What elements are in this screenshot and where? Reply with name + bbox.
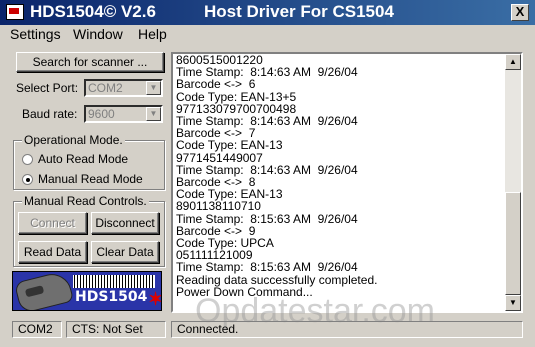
scan-log[interactable]: 8600515001220 Time Stamp: 8:14:63 AM 9/26… <box>171 52 523 313</box>
log-line: Barcode <-> 6 <box>176 77 256 92</box>
read-data-button[interactable]: Read Data <box>18 241 87 263</box>
status-message: Connected. <box>171 321 523 338</box>
manual-read-controls-group: Manual Read Controls. Connect Disconnect… <box>13 194 165 267</box>
auto-read-label: Auto Read Mode <box>38 152 129 166</box>
chevron-down-icon[interactable]: ▼ <box>146 107 161 121</box>
menu-help[interactable]: Help <box>138 26 167 42</box>
status-cts: CTS: Not Set <box>66 321 166 338</box>
menu-window[interactable]: Window <box>73 26 123 42</box>
manual-read-controls-title: Manual Read Controls. <box>22 194 149 208</box>
search-scanner-button[interactable]: Search for scanner ... <box>16 52 164 72</box>
window-title: Host Driver For CS1504 <box>204 2 394 21</box>
log-line: Code Type: EAN-13+5 <box>176 89 297 104</box>
manual-read-label: Manual Read Mode <box>38 172 143 186</box>
logo-text: HDS1504 <box>75 289 148 305</box>
connect-button[interactable]: Connect <box>18 212 87 234</box>
select-port-value: COM2 <box>88 81 123 95</box>
baud-rate-value: 9600 <box>88 107 115 121</box>
app-title: HDS1504© V2.6 <box>30 2 156 21</box>
log-scrollbar[interactable]: ▲ ▼ <box>505 54 521 311</box>
hds1504-logo: HDS1504 ✶ <box>12 271 162 311</box>
log-line: Time Stamp: 8:15:63 AM 9/26/04 <box>176 260 358 275</box>
log-line: Code Type: EAN-13 <box>176 138 283 153</box>
select-port-combo[interactable]: COM2 ▼ <box>84 79 163 97</box>
log-lines: 8600515001220 Time Stamp: 8:14:63 AM 9/26… <box>176 54 501 298</box>
scanner-icon <box>13 272 75 310</box>
chevron-down-icon[interactable]: ▼ <box>146 81 161 95</box>
scroll-thumb[interactable] <box>505 192 521 295</box>
app-window: HDS1504© V2.6 Host Driver For CS1504 X S… <box>0 0 535 347</box>
app-icon <box>6 4 24 20</box>
scroll-down-icon[interactable]: ▼ <box>505 295 521 311</box>
baud-rate-combo[interactable]: 9600 ▼ <box>84 105 163 123</box>
status-port: COM2 <box>12 321 62 338</box>
barcode-icon <box>73 275 155 288</box>
auto-read-mode-option[interactable]: Auto Read Mode <box>22 152 128 166</box>
menu-bar: Settings Window Help <box>0 25 535 44</box>
clear-data-button[interactable]: Clear Data <box>91 241 159 263</box>
disconnect-button[interactable]: Disconnect <box>91 212 159 234</box>
manual-read-radio[interactable] <box>22 173 33 185</box>
operational-mode-group: Operational Mode. Auto Read Mode Manual … <box>13 133 165 190</box>
log-line: Time Stamp: 8:15:63 AM 9/26/04 <box>176 211 358 226</box>
auto-read-radio[interactable] <box>22 153 33 165</box>
menu-settings[interactable]: Settings <box>10 26 61 42</box>
operational-mode-title: Operational Mode. <box>22 133 125 147</box>
baud-rate-label: Baud rate: <box>22 107 78 121</box>
log-line: 9771451449007 <box>176 150 263 165</box>
log-line: 8901138110710 <box>176 199 261 214</box>
close-button[interactable]: X <box>511 4 529 21</box>
select-port-label: Select Port: <box>16 81 79 95</box>
manual-read-mode-option[interactable]: Manual Read Mode <box>22 172 143 186</box>
scroll-up-icon[interactable]: ▲ <box>505 54 521 70</box>
laser-spark-icon: ✶ <box>148 289 162 309</box>
title-bar: HDS1504© V2.6 Host Driver For CS1504 X <box>0 0 535 25</box>
